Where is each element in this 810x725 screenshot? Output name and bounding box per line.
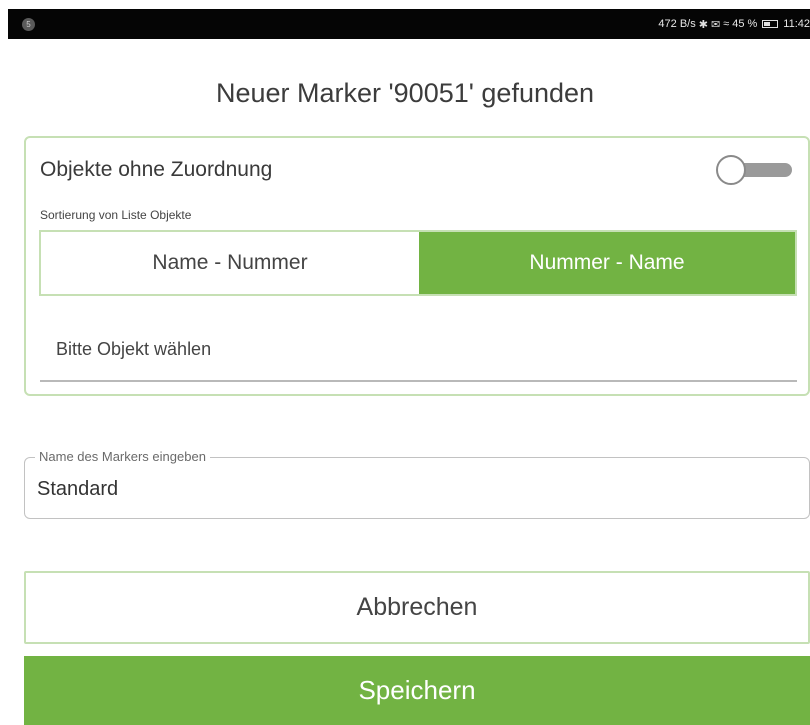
cancel-button[interactable]: Abbrechen [24, 571, 810, 644]
dialog-title: Neuer Marker '90051' gefunden [215, 78, 595, 108]
wifi-icon: ≈ [723, 18, 730, 30]
object-assignment-panel: Objekte ohne Zuordnung Sortierung von Li… [24, 136, 810, 396]
sort-segmented-control: Name - Nummer Nummer - Name [39, 230, 797, 296]
bluetooth-icon: ✱ [698, 18, 708, 31]
battery-icon [762, 20, 779, 28]
marker-name-input[interactable]: Standard [37, 478, 118, 501]
save-button[interactable]: Speichern [24, 656, 810, 725]
notification-badge: 5 [22, 17, 35, 31]
status-icons: 472 B/s ✱ ✉ ≈ 45 % 11:42 [658, 18, 810, 31]
network-speed: 472 B/s [658, 18, 696, 30]
sort-label: Sortierung von Liste Objekte [40, 208, 192, 222]
sort-option-name-number[interactable]: Name - Nummer [41, 232, 419, 294]
status-bar: 5 472 B/s ✱ ✉ ≈ 45 % 11:42 [8, 9, 810, 39]
unassigned-objects-label: Objekte ohne Zuordnung [40, 158, 273, 181]
object-select[interactable]: Bitte Objekt wählen [40, 318, 797, 382]
marker-name-field[interactable]: Name des Markers eingeben Standard [24, 449, 810, 519]
clock: 11:42 [783, 18, 810, 30]
sort-option-number-name[interactable]: Nummer - Name [419, 232, 795, 294]
battery-percent: 45 % [732, 18, 758, 30]
signal-icon: ✉ [710, 18, 721, 31]
toggle-thumb [716, 155, 746, 185]
unassigned-objects-toggle[interactable] [716, 155, 794, 185]
marker-name-label: Name des Markers eingeben [35, 449, 210, 464]
